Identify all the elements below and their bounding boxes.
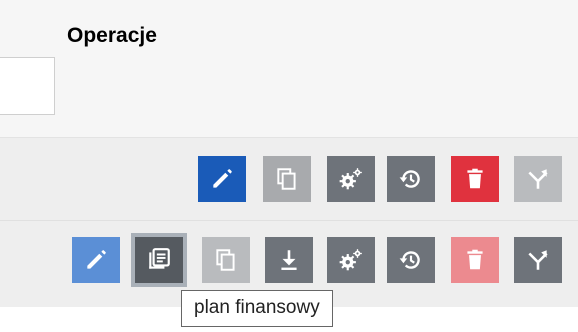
delete-icon — [467, 168, 483, 189]
merge-button[interactable] — [514, 156, 562, 202]
merge-icon — [528, 169, 548, 189]
copy-button[interactable] — [263, 156, 311, 202]
delete-button[interactable] — [451, 156, 499, 202]
merge-button[interactable] — [514, 237, 562, 283]
financial-plan-icon — [149, 248, 170, 269]
history-icon — [399, 170, 420, 188]
history-button[interactable] — [387, 156, 435, 202]
operations-panel: Operacje plan finansowy — [0, 0, 578, 332]
download-icon — [281, 250, 297, 270]
financial-plan-button[interactable] — [131, 233, 187, 287]
copy-button[interactable] — [202, 237, 250, 283]
merge-icon — [528, 250, 548, 270]
download-button[interactable] — [265, 237, 313, 283]
history-icon — [399, 251, 420, 269]
history-button[interactable] — [387, 237, 435, 283]
copy-icon — [216, 249, 235, 271]
copy-icon — [277, 168, 296, 190]
filter-input[interactable] — [0, 57, 55, 115]
edit-icon — [213, 169, 232, 188]
table-row — [0, 138, 578, 220]
edit-button[interactable] — [72, 237, 120, 283]
delete-icon — [467, 249, 483, 270]
settings-button[interactable] — [327, 237, 375, 283]
table-header: Operacje — [0, 0, 578, 137]
column-header-operations: Operacje — [67, 24, 157, 47]
settings-button[interactable] — [327, 156, 375, 202]
edit-button[interactable] — [198, 156, 246, 202]
delete-button[interactable] — [451, 237, 499, 283]
settings-gears-icon — [339, 168, 362, 190]
settings-gears-icon — [339, 249, 362, 271]
tooltip: plan finansowy — [181, 290, 333, 327]
edit-icon — [87, 250, 106, 269]
